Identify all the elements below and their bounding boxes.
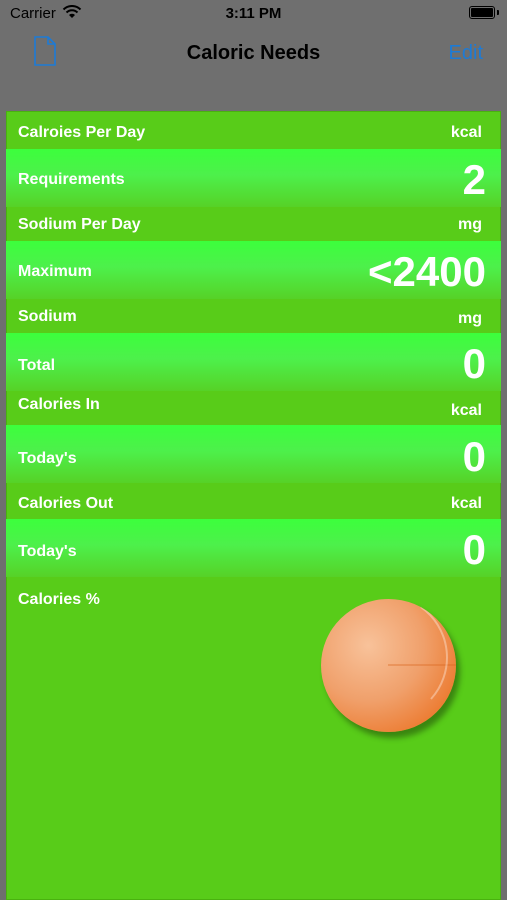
calories-percent-label: Calories % [18, 591, 100, 608]
todays-out-label: Today's [18, 543, 77, 560]
sodium-per-day-label: Sodium Per Day [18, 216, 141, 233]
maximum-value: <2400 [368, 248, 486, 295]
pie-highlight [334, 606, 456, 732]
calories-in-header: Calories In kcal [6, 391, 501, 427]
todays-in-label: Today's [18, 450, 77, 467]
total-label: Total [18, 357, 56, 374]
requirements-label: Requirements [18, 171, 125, 188]
calories-out-header: Calories Out kcal [6, 485, 501, 521]
clock: 3:11 PM [225, 5, 282, 22]
total-row[interactable]: Total 0 [6, 333, 501, 391]
maximum-label: Maximum [18, 263, 92, 280]
sodium-header: Sodium mg [6, 299, 501, 335]
calories-per-day-label: Calroies Per Day [18, 124, 146, 141]
todays-in-row[interactable]: Today's 0 [6, 425, 501, 483]
sodium-per-day-unit: mg [458, 216, 482, 233]
calories-percent-pie [321, 599, 456, 732]
calories-out-label: Calories Out [18, 495, 114, 512]
sodium-unit: mg [458, 310, 482, 327]
todays-out-value: 0 [462, 526, 486, 573]
sodium-per-day-header: Sodium Per Day mg [6, 207, 501, 243]
calories-in-label: Calories In [18, 396, 100, 413]
navigation-bar: Caloric Needs Edit [0, 28, 507, 78]
todays-out-row[interactable]: Today's 0 [6, 519, 501, 577]
edit-button[interactable]: Edit [449, 42, 483, 65]
calories-per-day-unit: kcal [450, 124, 482, 141]
calories-in-unit: kcal [450, 402, 482, 419]
calories-out-unit: kcal [450, 495, 482, 512]
total-value: 0 [462, 340, 486, 387]
todays-in-value: 0 [462, 433, 486, 480]
sodium-label: Sodium [18, 308, 77, 325]
maximum-row[interactable]: Maximum <2400 [6, 241, 501, 299]
page-title: Caloric Needs [186, 42, 321, 64]
status-bar: Carrier 3:11 PM [0, 0, 507, 28]
requirements-row[interactable]: Requirements 2 [6, 149, 501, 207]
calories-per-day-header: Calroies Per Day kcal [6, 113, 501, 149]
battery-icon [469, 6, 499, 19]
requirements-value: 2 [462, 156, 486, 203]
caloric-needs-panel: Calroies Per Day kcal Requirements 2 Sod… [6, 111, 501, 900]
